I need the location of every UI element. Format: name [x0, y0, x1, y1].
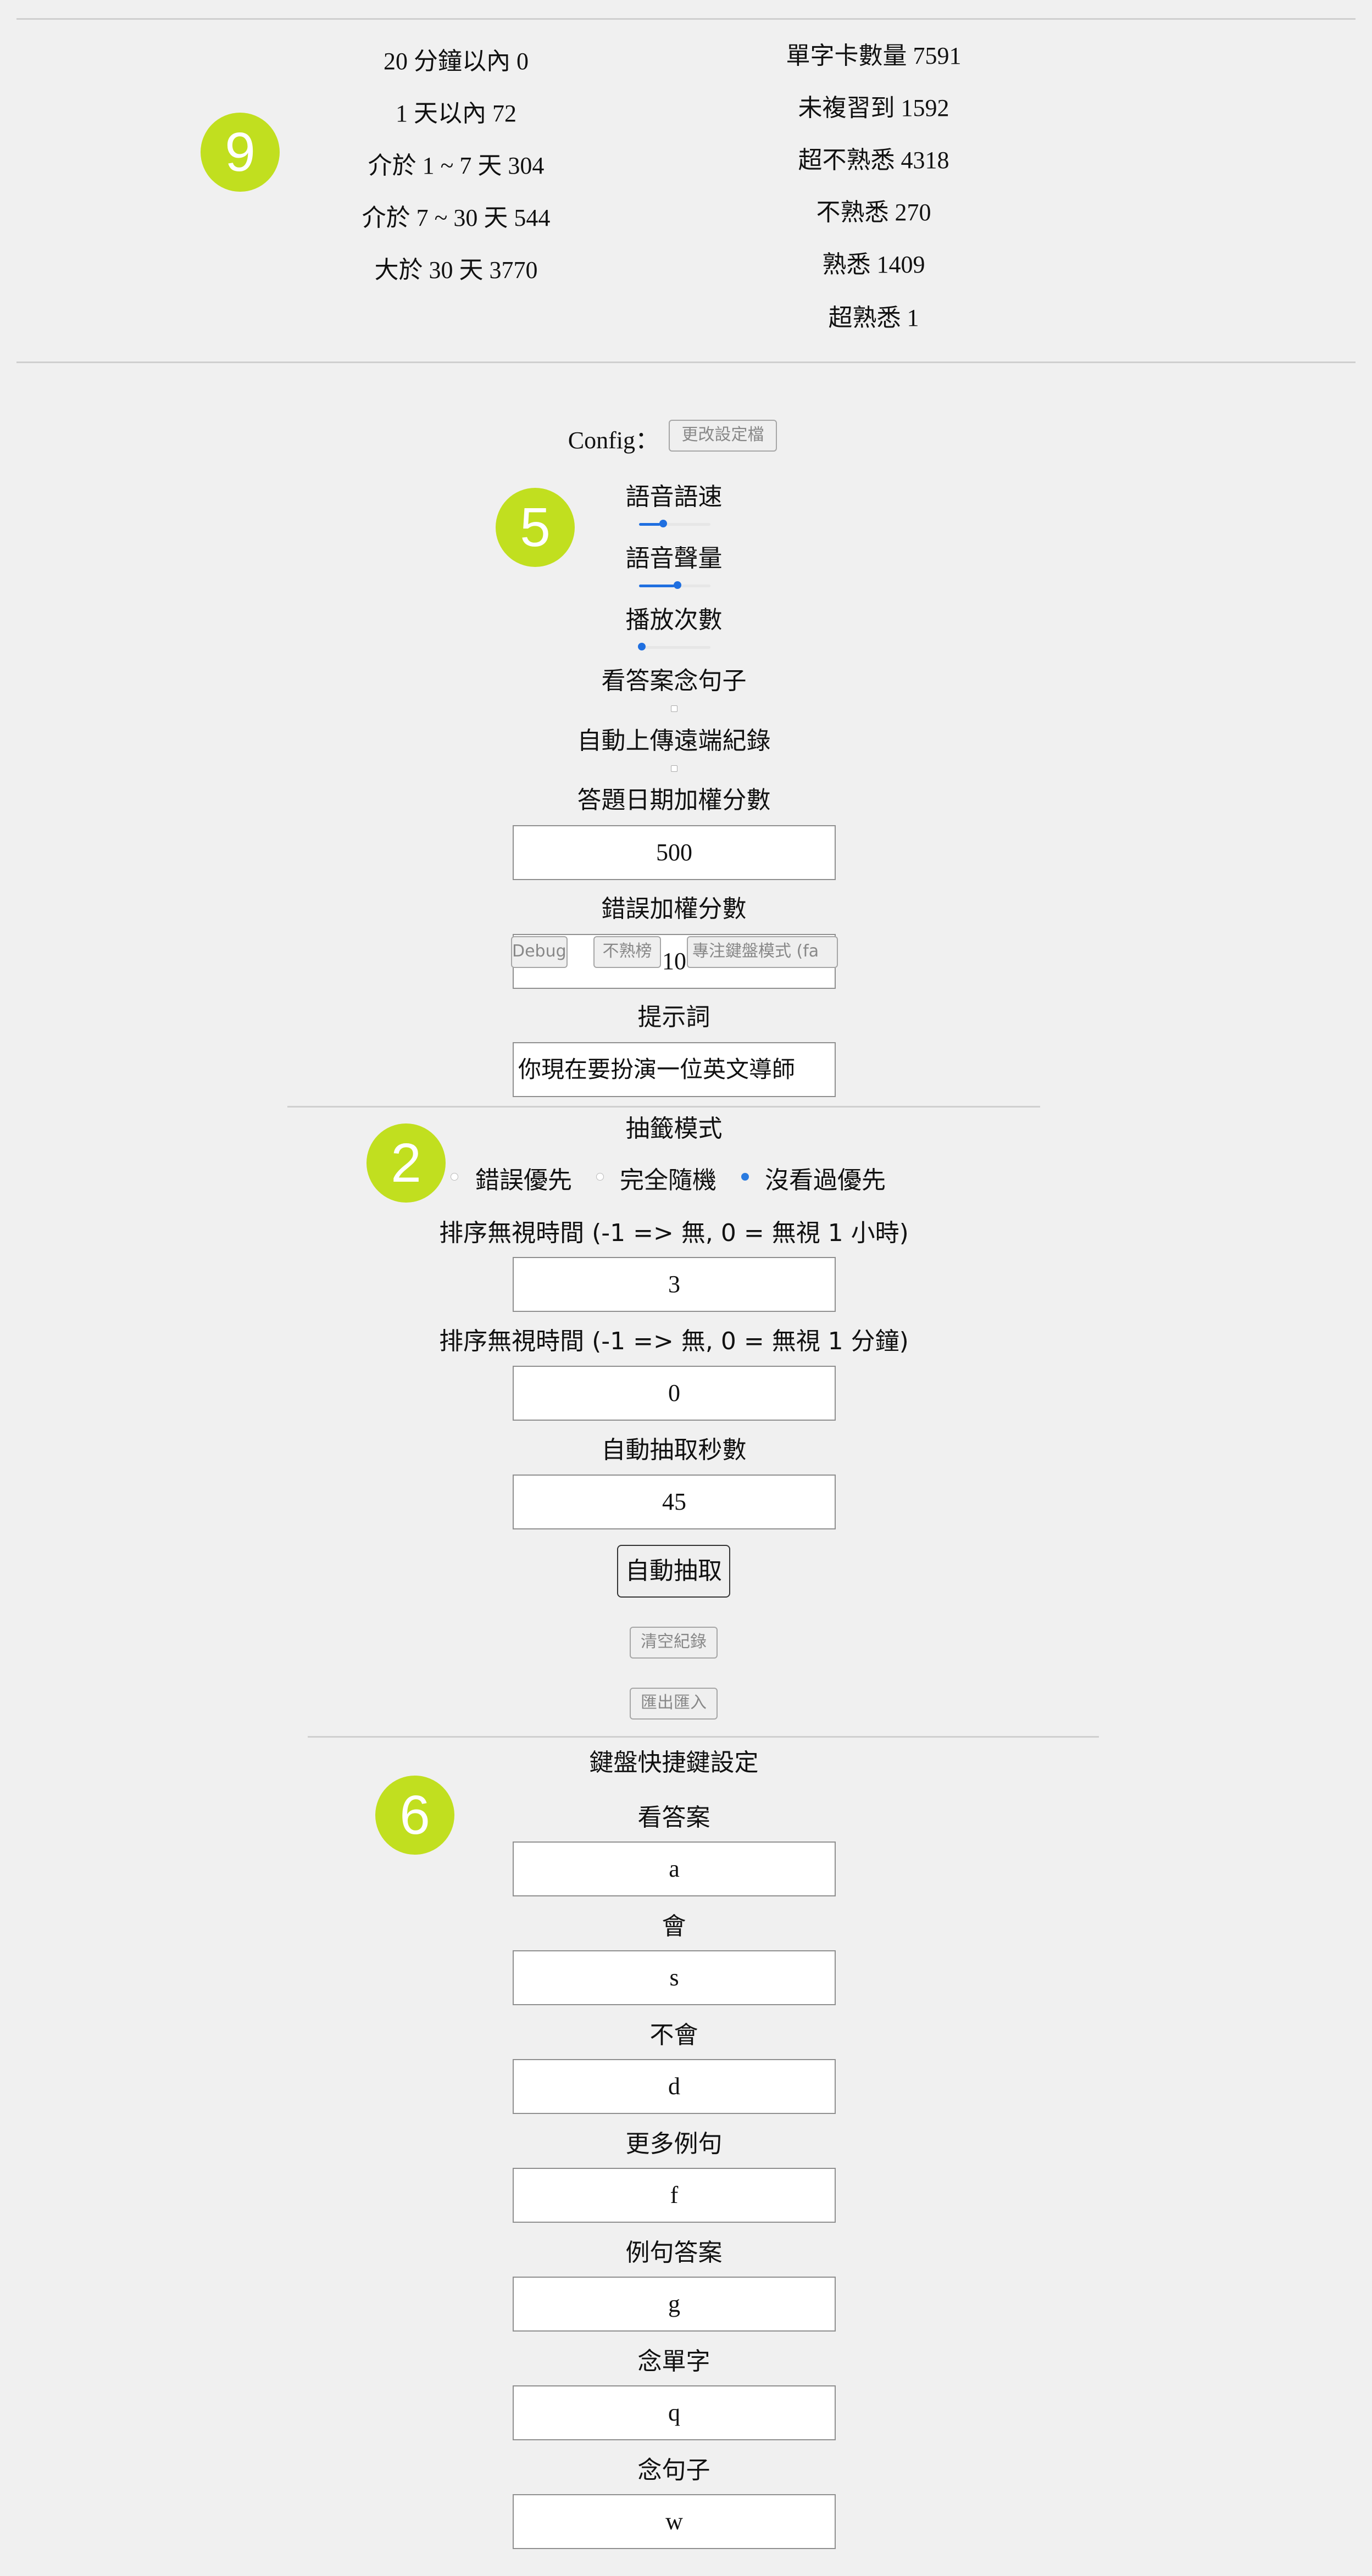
edit-config-button[interactable]: 更改設定檔: [669, 420, 777, 452]
export-import-button[interactable]: 匯出匯入: [630, 1688, 718, 1720]
read-sentence-checkbox[interactable]: [671, 705, 677, 712]
play-count-slider[interactable]: [638, 643, 710, 650]
stat-within-1-day: 1 天以內 72: [396, 100, 516, 127]
prompt-input[interactable]: 你現在要扮演一位英文導師: [513, 1042, 836, 1097]
key-show-answer-label: 看答案: [637, 1804, 710, 1832]
stat-card-count: 單字卡數量 7591: [786, 42, 962, 69]
stat-within-20-minutes: 20 分鐘以內 0: [384, 48, 529, 75]
key-show-answer-input[interactable]: a: [513, 1841, 836, 1896]
clear-records-button[interactable]: 清空紀錄: [630, 1627, 718, 1659]
prompt-label: 提示詞: [637, 1003, 710, 1031]
radio-error-first-label: 錯誤優先: [475, 1166, 572, 1194]
divider-stats: [16, 361, 1356, 363]
auto-seconds-label: 自動抽取秒數: [601, 1436, 747, 1464]
draw-mode-label: 抽籤模式: [625, 1115, 723, 1143]
stat-familiar: 熟悉 1409: [822, 251, 925, 278]
auto-upload-checkbox[interactable]: [671, 765, 677, 772]
key-know-input[interactable]: s: [513, 1950, 836, 2005]
slider-thumb[interactable]: [638, 643, 646, 650]
key-more-examples-label: 更多例句: [625, 2130, 723, 2158]
stat-over-30-days: 大於 30 天 3770: [374, 257, 538, 283]
key-know-label: 會: [662, 1912, 686, 1940]
key-read-word-label: 念單字: [637, 2347, 710, 2375]
divider-top: [16, 18, 1356, 20]
date-weight-label: 答題日期加權分數: [577, 786, 771, 814]
key-more-examples-input[interactable]: f: [513, 2168, 836, 2223]
key-dont-know-input[interactable]: d: [513, 2059, 836, 2114]
keyboard-focus-button[interactable]: 專注鍵盤模式 (fa: [687, 936, 838, 968]
radio-error-first[interactable]: [451, 1173, 458, 1181]
radio-unseen-first[interactable]: [741, 1173, 749, 1181]
stat-very-familiar: 超熟悉 1: [828, 304, 919, 331]
radio-fully-random-label: 完全隨機: [620, 1166, 716, 1194]
auto-upload-label: 自動上傳遠端紀錄: [577, 727, 771, 755]
key-read-sentence-input[interactable]: w: [513, 2494, 836, 2549]
date-weight-input[interactable]: 500: [513, 825, 836, 880]
play-count-label: 播放次數: [625, 606, 723, 634]
radio-unseen-first-label: 沒看過優先: [765, 1166, 886, 1194]
unfamiliar-list-button[interactable]: 不熟榜: [593, 936, 661, 968]
auto-seconds-input[interactable]: 45: [513, 1475, 836, 1529]
slider-thumb[interactable]: [674, 581, 681, 589]
key-read-word-input[interactable]: q: [513, 2385, 836, 2440]
stat-unfamiliar: 不熟悉 270: [816, 199, 931, 226]
speech-volume-label: 語音聲量: [625, 544, 723, 572]
radio-fully-random[interactable]: [596, 1173, 604, 1181]
error-weight-label: 錯誤加權分數: [601, 895, 747, 923]
slider-thumb[interactable]: [659, 520, 667, 527]
divider-draw: [308, 1736, 1099, 1738]
auto-draw-button[interactable]: 自動抽取: [617, 1545, 730, 1598]
speech-rate-label: 語音語速: [625, 483, 723, 511]
ignore-minutes-label: 排序無視時間 (-1 => 無, 0 = 無視 1 分鐘): [439, 1327, 909, 1355]
stat-very-unfamiliar: 超不熟悉 4318: [798, 147, 949, 174]
ignore-hours-label: 排序無視時間 (-1 => 無, 0 = 無視 1 小時): [439, 1219, 909, 1247]
key-read-sentence-label: 念句子: [637, 2456, 710, 2484]
step-badge-2: 2: [366, 1123, 446, 1203]
config-label: Config：: [568, 427, 659, 454]
debug-button[interactable]: Debug: [511, 936, 568, 968]
speech-rate-slider[interactable]: [639, 520, 710, 527]
key-example-answer-label: 例句答案: [625, 2239, 723, 2267]
keyboard-shortcuts-title: 鍵盤快捷鍵設定: [589, 1749, 759, 1777]
divider-config: [287, 1106, 1040, 1108]
ignore-minutes-input[interactable]: 0: [513, 1366, 836, 1421]
speech-volume-slider[interactable]: [639, 581, 710, 589]
key-dont-know-label: 不會: [649, 2021, 698, 2049]
key-example-answer-input[interactable]: g: [513, 2277, 836, 2332]
stat-not-reviewed: 未複習到 1592: [798, 94, 949, 121]
stat-1-to-7-days: 介於 1 ~ 7 天 304: [368, 152, 545, 179]
stat-7-to-30-days: 介於 7 ~ 30 天 544: [362, 204, 551, 231]
ignore-hours-input[interactable]: 3: [513, 1257, 836, 1312]
step-badge-9: 9: [201, 113, 280, 192]
read-sentence-label: 看答案念句子: [601, 667, 747, 695]
